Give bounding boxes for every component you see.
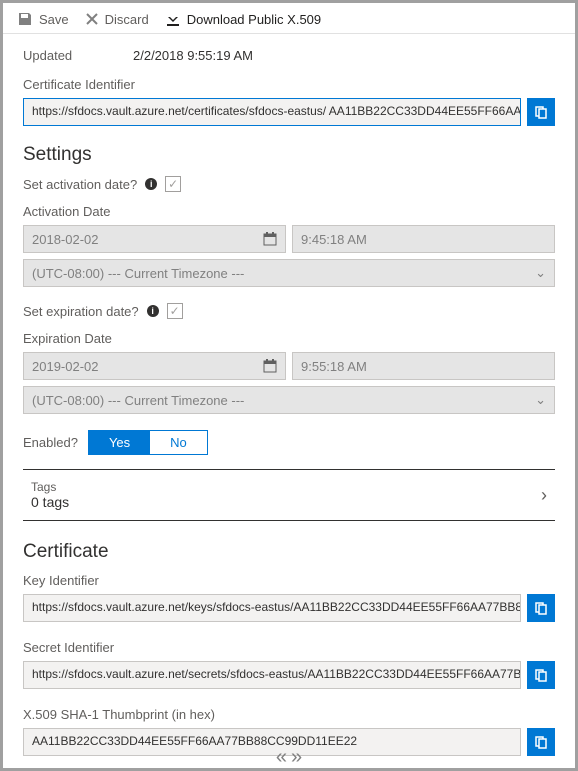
chevron-down-icon: ⌄	[535, 265, 546, 281]
cert-id-row: https://sfdocs.vault.azure.net/certifica…	[23, 98, 555, 126]
discard-label: Discard	[105, 12, 149, 27]
activation-timezone-value: (UTC-08:00) --- Current Timezone ---	[32, 266, 244, 281]
expiration-date-row: 2019-02-02 9:55:18 AM	[23, 352, 555, 380]
chevron-down-icon: ⌄	[535, 392, 546, 408]
updated-row: Updated 2/2/2018 9:55:19 AM	[23, 48, 555, 63]
cert-id-input[interactable]: https://sfdocs.vault.azure.net/certifica…	[23, 98, 521, 126]
key-id-row: https://sfdocs.vault.azure.net/keys/sfdo…	[23, 594, 555, 622]
scroll-right-icon[interactable]: »	[291, 747, 302, 767]
activation-checkbox[interactable]: ✓	[165, 176, 181, 192]
enabled-label: Enabled?	[23, 435, 78, 450]
copy-icon	[534, 735, 548, 749]
info-icon[interactable]: i	[145, 178, 157, 190]
cert-id-label: Certificate Identifier	[23, 77, 555, 92]
expiration-date-input[interactable]: 2019-02-02	[23, 352, 286, 380]
activation-date-value: 2018-02-02	[32, 232, 99, 247]
secret-id-row: https://sfdocs.vault.azure.net/secrets/s…	[23, 661, 555, 689]
certificate-heading: Certificate	[23, 541, 555, 563]
tags-text: Tags 0 tags	[31, 480, 69, 510]
updated-value: 2/2/2018 9:55:19 AM	[133, 48, 253, 63]
tags-count: 0 tags	[31, 494, 69, 510]
activation-date-row: 2018-02-02 9:45:18 AM	[23, 225, 555, 253]
copy-icon	[534, 668, 548, 682]
copy-icon	[534, 105, 548, 119]
enabled-no[interactable]: No	[150, 431, 207, 454]
secret-id-label: Secret Identifier	[23, 640, 555, 655]
download-label: Download Public X.509	[187, 12, 321, 27]
activation-date-label: Activation Date	[23, 204, 555, 219]
save-label: Save	[39, 12, 69, 27]
copy-icon	[534, 601, 548, 615]
enabled-yes[interactable]: Yes	[89, 431, 150, 454]
key-id-input[interactable]: https://sfdocs.vault.azure.net/keys/sfdo…	[23, 594, 521, 622]
activation-time-value: 9:45:18 AM	[301, 232, 367, 247]
set-activation-row: Set activation date? i ✓	[23, 176, 555, 192]
copy-button[interactable]	[527, 594, 555, 622]
settings-heading: Settings	[23, 144, 555, 166]
expiration-timezone-select[interactable]: (UTC-08:00) --- Current Timezone --- ⌄	[23, 386, 555, 414]
close-icon	[85, 12, 99, 26]
calendar-icon	[263, 232, 277, 246]
chevron-right-icon: ›	[541, 485, 547, 506]
thumbprint-input[interactable]: AA11BB22CC33DD44EE55FF66AA77BB88CC99DD11…	[23, 728, 521, 756]
expiration-time-input[interactable]: 9:55:18 AM	[292, 352, 555, 380]
enabled-toggle: Yes No	[88, 430, 208, 455]
copy-button[interactable]	[527, 661, 555, 689]
secret-id-input[interactable]: https://sfdocs.vault.azure.net/secrets/s…	[23, 661, 521, 689]
set-expiration-label: Set expiration date?	[23, 304, 139, 319]
expiration-date-value: 2019-02-02	[32, 359, 99, 374]
key-id-label: Key Identifier	[23, 573, 555, 588]
enabled-row: Enabled? Yes No	[23, 430, 555, 455]
tags-block[interactable]: Tags 0 tags ›	[23, 469, 555, 521]
download-button[interactable]: Download Public X.509	[165, 11, 321, 27]
download-icon	[165, 11, 181, 27]
activation-timezone-select[interactable]: (UTC-08:00) --- Current Timezone --- ⌄	[23, 259, 555, 287]
updated-label: Updated	[23, 48, 133, 63]
activation-time-input[interactable]: 9:45:18 AM	[292, 225, 555, 253]
activation-date-input[interactable]: 2018-02-02	[23, 225, 286, 253]
expiration-timezone-value: (UTC-08:00) --- Current Timezone ---	[32, 393, 244, 408]
scroll-left-icon[interactable]: «	[276, 747, 287, 767]
set-expiration-row: Set expiration date? i ✓	[23, 303, 555, 319]
discard-button[interactable]: Discard	[85, 12, 149, 27]
save-icon	[17, 11, 33, 27]
set-activation-label: Set activation date?	[23, 177, 137, 192]
expiration-checkbox[interactable]: ✓	[167, 303, 183, 319]
info-icon[interactable]: i	[147, 305, 159, 317]
tags-label: Tags	[31, 480, 69, 494]
expiration-date-label: Expiration Date	[23, 331, 555, 346]
content: Updated 2/2/2018 9:55:19 AM Certificate …	[3, 34, 575, 770]
copy-button[interactable]	[527, 728, 555, 756]
calendar-icon	[263, 359, 277, 373]
copy-button[interactable]	[527, 98, 555, 126]
scroll-nav: « »	[276, 747, 302, 767]
thumbprint-label: X.509 SHA-1 Thumbprint (in hex)	[23, 707, 555, 722]
toolbar: Save Discard Download Public X.509	[3, 3, 575, 34]
expiration-time-value: 9:55:18 AM	[301, 359, 367, 374]
save-button[interactable]: Save	[17, 11, 69, 27]
